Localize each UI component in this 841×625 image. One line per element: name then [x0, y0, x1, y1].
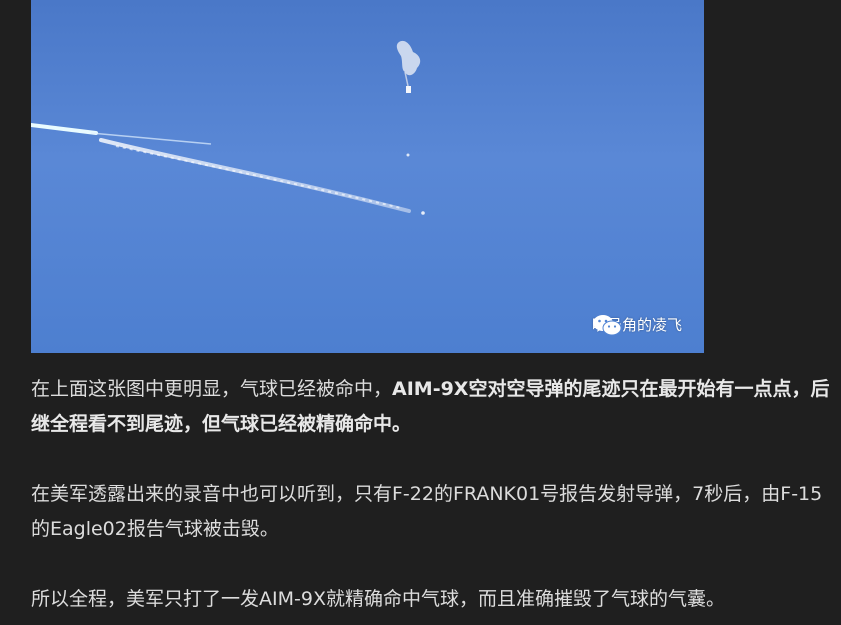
article-body: 在上面这张图中更明显，气球已经被命中，AIM-9X空对空导弹的尾迹只在最开始有一…	[31, 372, 841, 625]
missile-dot	[421, 211, 425, 215]
paragraph-2: 在美军透露出来的录音中也可以听到，只有F-22的FRANK01号报告发射导弹，7…	[31, 483, 823, 540]
wechat-icon	[592, 315, 622, 336]
sky-scene	[31, 40, 425, 215]
balloon-payload	[406, 86, 411, 93]
paragraph-1: 在上面这张图中更明显，气球已经被命中，AIM-9X空对空导弹的尾迹只在最开始有一…	[31, 372, 841, 442]
paragraph-1-text: 在上面这张图中更明显，气球已经被命中，	[31, 378, 393, 400]
watermark: 吹号角的凌飞	[592, 314, 682, 336]
paragraph-3: 所以全程，美军只打了一发AIM-9X就精确命中气球，而且准确摧毁了气球的气囊。	[31, 588, 725, 610]
balloon-debris	[396, 40, 421, 76]
missile-trail-bright	[31, 123, 98, 135]
balloon-photo: 吹号角的凌飞	[31, 0, 704, 353]
